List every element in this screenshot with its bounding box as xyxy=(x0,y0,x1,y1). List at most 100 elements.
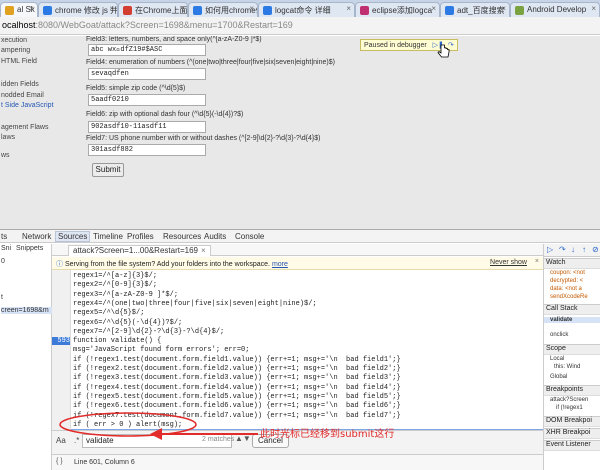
scope-section-header[interactable]: Scope xyxy=(544,344,600,355)
menu-item[interactable]: idden Fields xyxy=(1,81,39,88)
close-tab-icon[interactable]: × xyxy=(29,4,34,13)
browser-tab[interactable]: Android Develop × xyxy=(510,2,600,17)
browser-tab[interactable]: eclipse添加logca × xyxy=(355,2,440,17)
browser-tab[interactable]: logcat命令 详细 × xyxy=(258,2,355,17)
code-line: if (!regex5.test(document.form.field5.va… xyxy=(73,392,401,401)
menu-item[interactable]: agement Flaws xyxy=(1,124,48,131)
step-out-icon[interactable]: ↑ xyxy=(582,245,586,254)
file-tab-label: attack?Screen=1...00&Restart=169 xyxy=(73,246,198,255)
favicon-icon xyxy=(263,6,272,15)
never-show-link[interactable]: Never show xyxy=(490,259,527,266)
step-over-icon[interactable]: ↷ xyxy=(559,245,566,254)
scope-item[interactable]: this: Wind xyxy=(554,364,580,370)
code-line: if (!regex6.test(document.form.field6.va… xyxy=(73,402,401,411)
tab-console[interactable]: Console xyxy=(235,232,264,241)
address-bar[interactable]: ocalhost:8080/WebGoat/attack?Screen=1698… xyxy=(0,17,600,35)
cursor-position: Line 601, Column 6 xyxy=(74,459,135,466)
field7-input[interactable]: 301asdf882 xyxy=(88,144,206,156)
call-frame[interactable]: onclick xyxy=(550,332,568,338)
more-link[interactable]: more xyxy=(272,261,288,268)
navigator-tab-sources[interactable]: Sni xyxy=(1,245,11,252)
breakpoints-section-header[interactable]: Breakpoints xyxy=(544,385,600,396)
browser-tab[interactable]: 如何用chrome修 × xyxy=(188,2,258,17)
menu-item[interactable]: t Side JavaScript xyxy=(1,102,54,109)
tab-sources[interactable]: Sources xyxy=(55,231,91,242)
dom-breakpoints-section-header[interactable]: DOM Breakpoi xyxy=(544,416,600,427)
code-line: if (!regex2.test(document.form.field2.va… xyxy=(73,365,401,373)
tab-audits[interactable]: Audits xyxy=(204,232,226,241)
favicon-icon xyxy=(515,6,524,15)
menu-item[interactable]: xecution xyxy=(1,37,27,44)
close-tab-icon[interactable]: × xyxy=(249,4,254,13)
deactivate-breakpoints-icon[interactable]: ⊘ xyxy=(592,245,599,254)
watch-section-header[interactable]: Watch xyxy=(544,258,600,269)
navigator-item[interactable]: t xyxy=(1,294,3,301)
field5-label: Field5: simple zip code (^\d{5}$) xyxy=(86,85,186,92)
close-icon[interactable]: × xyxy=(535,258,539,265)
scope-item[interactable]: Global xyxy=(550,374,567,380)
code-line: msg='JavaScript found form errors'; err=… xyxy=(73,346,250,355)
navigator-item-selected[interactable]: creen=1698&m xyxy=(1,307,53,314)
close-tab-icon[interactable]: × xyxy=(501,4,506,13)
call-stack-section-header[interactable]: Call Stack xyxy=(544,304,600,315)
code-line: regex5=/^\d{5}$/; xyxy=(73,309,145,318)
tab-timeline[interactable]: Timeline xyxy=(93,232,123,241)
tab-network[interactable]: Network xyxy=(22,232,51,241)
close-tab-icon[interactable]: × xyxy=(431,4,436,13)
scope-item[interactable]: Local xyxy=(550,356,564,362)
field6-input[interactable]: 902asdf10-11asdf11 xyxy=(88,121,206,133)
tab-profiles[interactable]: Profiles xyxy=(127,232,154,241)
tab-elements[interactable]: ts xyxy=(1,232,7,241)
field4-input[interactable]: sevaqdfen xyxy=(88,68,206,80)
browser-tab[interactable]: al Sk × xyxy=(0,2,38,17)
code-line: regex7=/^[2-9]\d{2}-?\d{3}-?\d{4}$/; xyxy=(73,327,225,336)
submit-button[interactable]: Submit xyxy=(92,163,124,177)
xhr-breakpoints-section-header[interactable]: XHR Breakpoi xyxy=(544,428,600,439)
breakpoint-item[interactable]: attack?Screen xyxy=(550,397,588,403)
devtools-panel: ts Network Sources Timeline Profiles Res… xyxy=(0,229,600,470)
menu-item[interactable]: HTML Field xyxy=(1,58,37,65)
resume-icon[interactable]: ▷ xyxy=(547,245,553,254)
favicon-icon xyxy=(5,6,14,15)
menu-item[interactable]: laws xyxy=(1,134,15,141)
code-line: if (!regex4.test(document.form.field4.va… xyxy=(73,383,401,392)
code-line: regex2=/^[0-9]{3}$/; xyxy=(73,281,158,290)
url-text[interactable]: ocalhost:8080/WebGoat/attack?Screen=1698… xyxy=(2,20,293,30)
browser-tab[interactable]: adt_百度搜索 × xyxy=(440,2,510,17)
hand-cursor-icon xyxy=(437,44,450,58)
info-icon: ⓘ xyxy=(56,261,63,268)
code-view[interactable]: regex1=/^[a-z]{3}$/; regex2=/^[0-9]{3}$/;… xyxy=(52,270,543,430)
info-text: Serving from the file system? Add your f… xyxy=(64,261,270,268)
browser-tab[interactable]: 在Chrome上面纳× xyxy=(118,2,188,17)
favicon-icon xyxy=(360,6,369,15)
debugger-sidebar: ▷ ↷ ↓ ↑ ⊘ Watch coupon: <not decrypted: … xyxy=(543,244,600,470)
code-line: function validate() { xyxy=(73,337,162,346)
favicon-icon xyxy=(43,6,52,15)
close-icon[interactable]: × xyxy=(201,246,206,255)
code-line: regex6=/^\d{5}(-\d{4})?$/; xyxy=(73,318,183,327)
highlight-ellipse xyxy=(59,412,197,437)
tab-resources[interactable]: Resources xyxy=(163,232,201,241)
menu-item[interactable]: ws xyxy=(1,152,10,159)
close-tab-icon[interactable]: × xyxy=(346,4,351,13)
close-tab-icon[interactable]: × xyxy=(179,4,184,13)
navigator-tab-snippets[interactable]: Snippets xyxy=(16,245,43,252)
call-frame-selected[interactable]: validate xyxy=(544,317,600,323)
navigator-item[interactable]: 0 xyxy=(1,258,5,265)
webpage: xecution ampering HTML Field idden Field… xyxy=(0,36,600,229)
file-tab[interactable]: attack?Screen=1...00&Restart=169 × xyxy=(68,245,211,256)
field5-input[interactable]: 5aadf0210 xyxy=(88,94,206,106)
field3-input[interactable]: abc wx dfZ19#$ASC xyxy=(88,44,206,56)
field3-label: Field3: letters, numbers, and space only… xyxy=(86,36,262,43)
close-tab-icon[interactable]: × xyxy=(591,4,596,13)
pretty-print-icon[interactable]: { } xyxy=(56,458,63,465)
paused-label: Paused in debugger xyxy=(364,42,427,49)
menu-item[interactable]: ampering xyxy=(1,47,30,54)
step-into-icon[interactable]: ↓ xyxy=(571,245,575,254)
line-number[interactable]: 593 xyxy=(52,337,70,346)
field6-label: Field6: zip with optional dash four (^\d… xyxy=(86,111,244,118)
event-listener-section-header[interactable]: Event Listener xyxy=(544,440,600,451)
close-tab-icon[interactable]: × xyxy=(109,4,114,13)
browser-tab[interactable]: chrome 修改 js 并 × xyxy=(38,2,118,17)
menu-item[interactable]: nodded Email xyxy=(1,92,44,99)
